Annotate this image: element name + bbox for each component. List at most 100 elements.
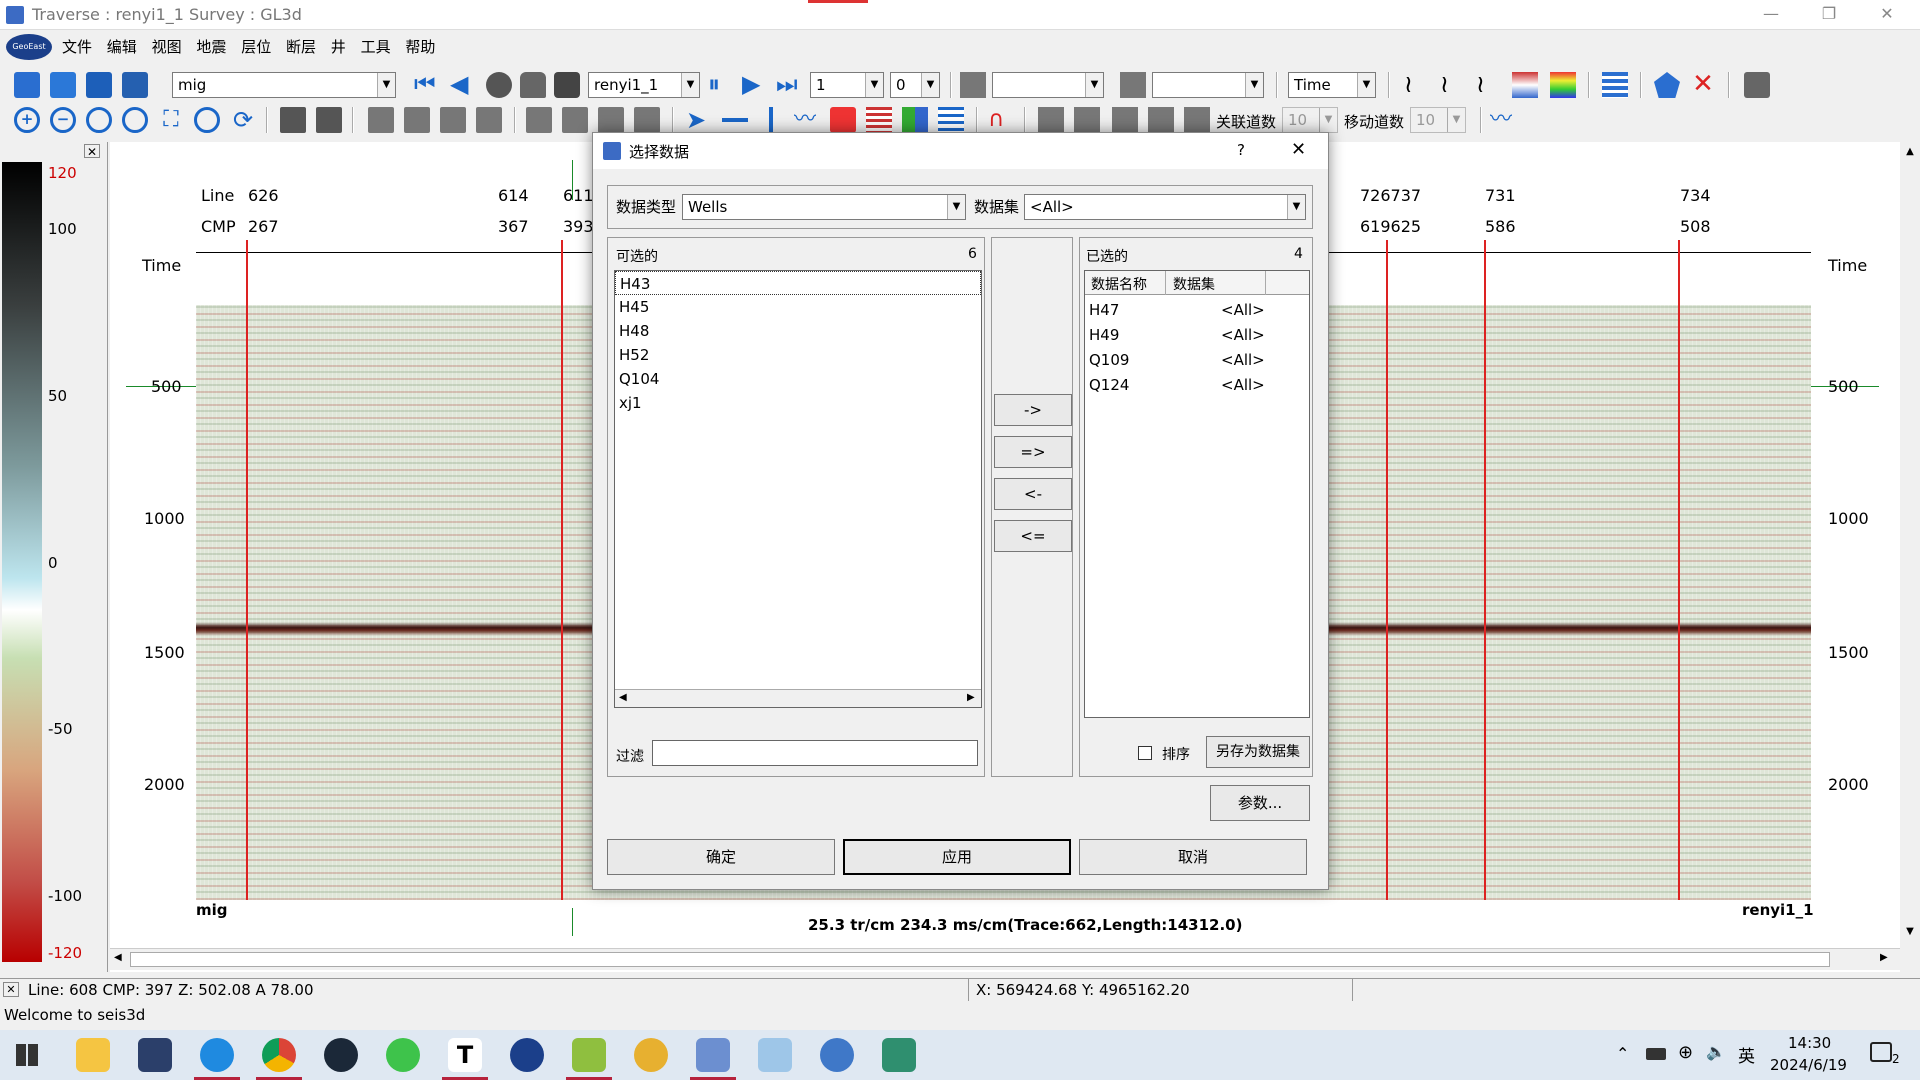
tool-icon-4[interactable] [404, 107, 430, 133]
wiggle-icon[interactable]: ≀ [1404, 72, 1430, 98]
minimize-button[interactable]: — [1742, 0, 1800, 30]
tool-icon-10[interactable] [634, 107, 660, 133]
scroll-left-icon[interactable]: ◀ [619, 692, 627, 703]
variable-density-icon[interactable] [1512, 72, 1538, 98]
zoom-reset-icon[interactable] [194, 107, 220, 133]
data-type-combo[interactable]: Wells ▼ [682, 194, 966, 220]
move-left-button[interactable]: <- [994, 478, 1072, 510]
tool-icon-5[interactable] [440, 107, 466, 133]
ok-button[interactable]: 确定 [607, 839, 835, 875]
tool-icon-8[interactable] [562, 107, 588, 133]
clock-date[interactable]: 2024/6/19 [1770, 1056, 1847, 1074]
menu-help[interactable]: 帮助 [405, 30, 435, 64]
list-item[interactable]: H43 [615, 271, 981, 295]
wiggle-fill-icon[interactable]: ≀ [1476, 72, 1502, 98]
book-icon[interactable] [1744, 72, 1770, 98]
colormap-icon[interactable] [1550, 72, 1576, 98]
edge-icon[interactable] [200, 1038, 234, 1072]
delete-polygon-icon[interactable]: ✕ [1690, 71, 1716, 98]
plugin-app-icon[interactable] [634, 1038, 668, 1072]
link-traces-combo[interactable]: 10 ▼ [1282, 107, 1338, 133]
list-icon[interactable] [938, 107, 964, 133]
wiggle-var-icon[interactable]: ≀ [1440, 72, 1466, 98]
next-icon[interactable]: ▶ [742, 72, 768, 98]
move-all-left-button[interactable]: <= [994, 520, 1072, 552]
params-button[interactable]: 参数... [1210, 785, 1310, 821]
move-all-right-button[interactable]: => [994, 436, 1072, 468]
filter-input[interactable] [652, 740, 978, 766]
list-item[interactable]: xj1 [615, 391, 981, 415]
dataset-combo[interactable]: <All> ▼ [1024, 194, 1306, 220]
menu-tools[interactable]: 工具 [361, 30, 391, 64]
tool-icon-7[interactable] [526, 107, 552, 133]
record-icon[interactable] [520, 72, 546, 98]
new-icon[interactable] [14, 72, 40, 98]
h-line-icon[interactable] [722, 107, 748, 133]
list-item[interactable]: H52 [615, 343, 981, 367]
maximize-button[interactable]: ❐ [1800, 0, 1858, 30]
chrome-icon[interactable] [262, 1038, 296, 1072]
table-row[interactable]: Q109 <All> [1085, 349, 1309, 373]
polygon-icon[interactable] [1654, 72, 1680, 98]
table-row[interactable]: H49 <All> [1085, 324, 1309, 348]
block-icon-4[interactable] [1148, 107, 1174, 133]
layers-icon[interactable] [1602, 72, 1628, 98]
offset-combo[interactable]: 0 ▼ [890, 72, 940, 98]
block-icon-2[interactable] [1074, 107, 1100, 133]
line-combo[interactable]: renyi1_1 ▼ [588, 72, 700, 98]
menu-edit[interactable]: 编辑 [107, 30, 137, 64]
menu-fault[interactable]: 断层 [286, 30, 316, 64]
seis-app-icon[interactable] [696, 1038, 730, 1072]
zoom-box-icon[interactable] [86, 107, 112, 133]
save-as-dataset-button[interactable]: 另存为数据集 [1206, 736, 1310, 768]
file-explorer-icon[interactable] [76, 1038, 110, 1072]
volume-icon[interactable]: 🔈 [1706, 1042, 1726, 1061]
tool-icon-1[interactable] [280, 107, 306, 133]
color-block-icon-2[interactable] [1120, 72, 1146, 98]
apply-button[interactable]: 应用 [843, 839, 1071, 875]
typora-icon[interactable]: T [448, 1038, 482, 1072]
tool-icon-2[interactable] [316, 107, 342, 133]
chevron-up-icon[interactable]: ⌃ [1616, 1044, 1629, 1063]
wechat-icon[interactable] [386, 1038, 420, 1072]
fit-icon[interactable]: ⛶ [158, 107, 184, 133]
last-icon[interactable]: ⏭ [776, 72, 802, 98]
available-list[interactable]: H43 H45 H48 H52 Q104 xj1 ◀ ▶ [614, 270, 982, 708]
prev-icon[interactable]: ◀ [450, 72, 476, 98]
panel-icon[interactable] [902, 107, 928, 133]
pointer-icon[interactable]: ➤ [686, 107, 712, 133]
list-hscroll[interactable]: ◀ ▶ [615, 689, 981, 707]
zoom-in-icon[interactable]: + [14, 107, 40, 133]
spectrum-icon[interactable]: ∩ [988, 107, 1014, 133]
data-combo[interactable]: mig ▼ [172, 72, 396, 98]
steam-icon[interactable] [324, 1038, 358, 1072]
scroll-left-icon[interactable]: ◀ [114, 952, 122, 963]
block-icon-5[interactable] [1184, 107, 1210, 133]
list-item[interactable]: H48 [615, 319, 981, 343]
dialog-close-button[interactable]: ✕ [1291, 139, 1306, 160]
first-icon[interactable]: ⏮ [414, 72, 440, 98]
tool-icon-3[interactable] [368, 107, 394, 133]
attribute-combo-2[interactable]: ▼ [1152, 72, 1264, 98]
geoeast-taskbar-icon[interactable] [510, 1038, 544, 1072]
map-app-icon[interactable] [572, 1038, 606, 1072]
clock-time[interactable]: 14:30 [1788, 1034, 1831, 1052]
dialog-help-button[interactable]: ? [1237, 141, 1245, 159]
ime-indicator[interactable]: 英 [1738, 1042, 1755, 1067]
network-icon[interactable]: ⊕ [1678, 1042, 1693, 1063]
table-row[interactable]: Q124 <All> [1085, 374, 1309, 398]
menu-seismic[interactable]: 地震 [196, 30, 226, 64]
network-app-icon[interactable] [820, 1038, 854, 1072]
print-icon[interactable] [122, 72, 148, 98]
refresh-icon[interactable]: ⟳ [230, 107, 256, 133]
grid-icon[interactable] [866, 107, 892, 133]
sort-checkbox[interactable] [1138, 746, 1152, 760]
attribute-combo[interactable]: ▼ [992, 72, 1104, 98]
traces-icon[interactable]: 〰 [1490, 107, 1516, 133]
horizontal-scrollbar[interactable]: ◀ ▶ [110, 948, 1900, 970]
battery-icon[interactable] [1646, 1048, 1666, 1060]
save-icon[interactable] [86, 72, 112, 98]
block-icon-1[interactable] [1038, 107, 1064, 133]
selected-table[interactable]: 数据名称 数据集 H47 <All> H49 <All> Q109 <All> … [1084, 270, 1310, 718]
col-name-header[interactable]: 数据名称 [1091, 274, 1147, 294]
